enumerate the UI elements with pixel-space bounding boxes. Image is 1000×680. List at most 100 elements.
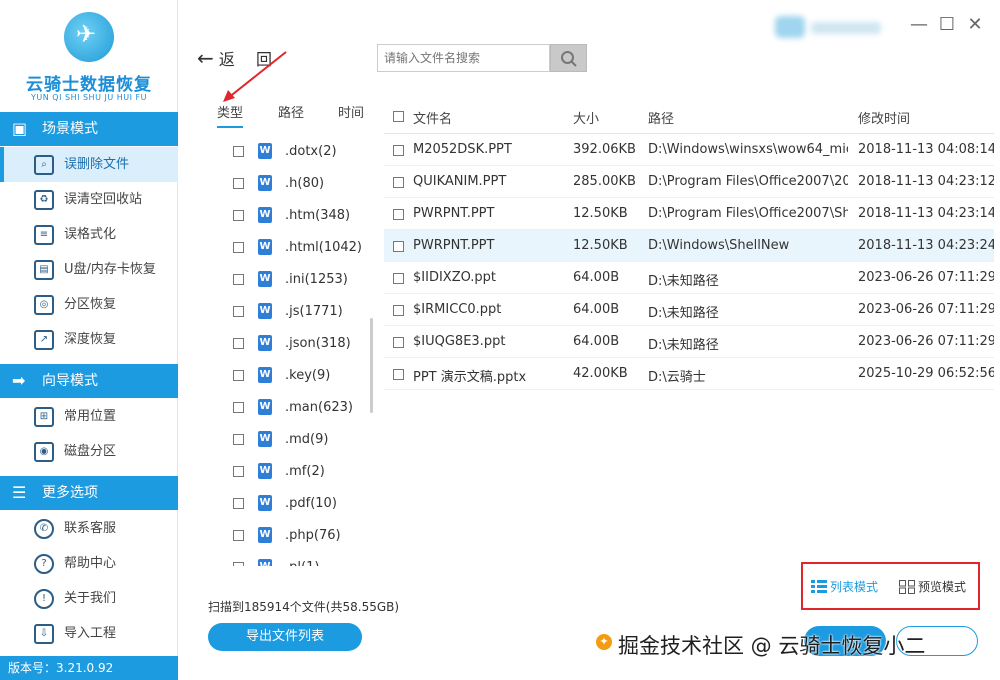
- cell-time: 2023-06-26 07:11:29: [858, 334, 994, 349]
- sidebar-item-common-locations[interactable]: ⊞ 常用位置: [0, 399, 178, 434]
- blurred-icon: [775, 16, 805, 38]
- column-header-time[interactable]: 修改时间: [858, 108, 910, 127]
- sidebar-item-contact[interactable]: ✆ 联系客服: [0, 511, 178, 546]
- list-mode-button[interactable]: 列表模式: [811, 578, 878, 595]
- type-list-item[interactable]: W .html(1042): [218, 232, 368, 264]
- table-row[interactable]: PWRPNT.PPT 12.50KB D:\Windows\ShellNew 2018…: [384, 230, 994, 262]
- type-list-item[interactable]: W .ini(1253): [218, 264, 368, 296]
- row-checkbox[interactable]: [393, 145, 404, 156]
- type-list-item[interactable]: W .pl(1): [218, 552, 368, 566]
- row-checkbox[interactable]: [393, 177, 404, 188]
- tab-type[interactable]: 类型: [217, 100, 244, 128]
- cell-path: D:\云骑士: [648, 370, 706, 385]
- file-type-icon: W: [258, 399, 272, 415]
- sidebar-item-label: 常用位置: [64, 409, 117, 424]
- close-icon[interactable]: ✕: [964, 14, 986, 36]
- row-checkbox[interactable]: [393, 369, 404, 380]
- type-list-item[interactable]: W .js(1771): [218, 296, 368, 328]
- type-checkbox[interactable]: [233, 530, 244, 541]
- type-checkbox[interactable]: [233, 178, 244, 189]
- help-icon: ?: [34, 554, 54, 574]
- logo: 云骑士数据恢复 YUN QI SHI SHU JU HUI FU: [0, 0, 178, 112]
- file-type-icon: W: [258, 303, 272, 319]
- preview-mode-button[interactable]: 预览模式: [899, 578, 966, 595]
- file-type-icon: W: [258, 431, 272, 447]
- sidebar-item-recycle-bin[interactable]: ♻ 误清空回收站: [0, 182, 178, 217]
- type-checkbox[interactable]: [233, 434, 244, 445]
- table-row[interactable]: PWRPNT.PPT 12.50KB D:\Program Files\Office…: [384, 198, 994, 230]
- sidebar-item-format[interactable]: ≡ 误格式化: [0, 217, 178, 252]
- table-row[interactable]: $IIDIXZO.ppt 64.00B D:\未知路径 2023-06-26 07:1…: [384, 262, 994, 294]
- row-checkbox[interactable]: [393, 337, 404, 348]
- sidebar-item-partition[interactable]: ◎ 分区恢复: [0, 287, 178, 322]
- type-list-item[interactable]: W .md(9): [218, 424, 368, 456]
- type-checkbox[interactable]: [233, 306, 244, 317]
- sidebar-item-help[interactable]: ? 帮助中心: [0, 546, 178, 581]
- menu-icon: ☰: [12, 483, 27, 502]
- column-header-size[interactable]: 大小: [573, 108, 599, 127]
- list-mode-label: 列表模式: [830, 580, 879, 594]
- sidebar-item-import[interactable]: ⇩ 导入工程: [0, 616, 178, 651]
- scan-summary: 扫描到185914个文件(共58.55GB): [208, 600, 400, 614]
- cell-size: 12.50KB: [573, 238, 628, 253]
- search-button[interactable]: [550, 44, 587, 72]
- type-label: .mf(2): [285, 464, 325, 479]
- export-list-button[interactable]: 导出文件列表: [208, 623, 362, 651]
- table-row[interactable]: PPT 演示文稿.pptx 42.00KB D:\云骑士 2025-10-29 06:…: [384, 358, 994, 390]
- column-header-path[interactable]: 路径: [648, 108, 674, 127]
- type-label: .man(623): [285, 400, 353, 415]
- type-list-item[interactable]: W .json(318): [218, 328, 368, 360]
- sidebar-item-label: 深度恢复: [64, 332, 117, 347]
- section-wizard-mode[interactable]: ➡ 向导模式: [0, 364, 178, 398]
- type-checkbox[interactable]: [233, 274, 244, 285]
- sidebar-item-label: 误删除文件: [64, 157, 130, 172]
- sidebar-item-label: 帮助中心: [64, 556, 117, 571]
- sidebar-item-deleted-files[interactable]: ⌕ 误删除文件: [0, 147, 178, 182]
- sidebar-item-about[interactable]: ! 关于我们: [0, 581, 178, 616]
- type-list-item[interactable]: W .mf(2): [218, 456, 368, 488]
- table-row[interactable]: M2052DSK.PPT 392.06KB D:\Windows\winsxs\wo…: [384, 134, 994, 166]
- type-checkbox[interactable]: [233, 402, 244, 413]
- type-checkbox[interactable]: [233, 370, 244, 381]
- section-scene-mode[interactable]: ▣ 场景模式: [0, 112, 178, 146]
- type-checkbox[interactable]: [233, 338, 244, 349]
- row-checkbox[interactable]: [393, 209, 404, 220]
- row-checkbox[interactable]: [393, 241, 404, 252]
- table-row[interactable]: QUIKANIM.PPT 285.00KB D:\Program Files\Off…: [384, 166, 994, 198]
- type-checkbox[interactable]: [233, 466, 244, 477]
- type-list-item[interactable]: W .pdf(10): [218, 488, 368, 520]
- minimize-icon[interactable]: —: [908, 14, 930, 36]
- type-checkbox[interactable]: [233, 562, 244, 566]
- sidebar-item-usb[interactable]: ▤ U盘/内存卡恢复: [0, 252, 178, 287]
- tab-path[interactable]: 路径: [278, 100, 304, 128]
- type-list-item[interactable]: W .dotx(2): [218, 136, 368, 168]
- search-input[interactable]: [377, 44, 550, 72]
- tab-time[interactable]: 时间: [338, 100, 364, 128]
- table-row[interactable]: $IUQG8E3.ppt 64.00B D:\未知路径 2023-06-26 07:1…: [384, 326, 994, 358]
- table-row[interactable]: $IRMICC0.ppt 64.00B D:\未知路径 2023-06-26 07:1…: [384, 294, 994, 326]
- type-checkbox[interactable]: [233, 210, 244, 221]
- type-label: .php(76): [285, 528, 341, 543]
- file-type-icon: W: [258, 367, 272, 383]
- type-list-item[interactable]: W .key(9): [218, 360, 368, 392]
- row-checkbox[interactable]: [393, 305, 404, 316]
- sidebar-item-disk-partition[interactable]: ◉ 磁盘分区: [0, 434, 178, 469]
- type-list-item[interactable]: W .php(76): [218, 520, 368, 552]
- type-checkbox[interactable]: [233, 242, 244, 253]
- row-checkbox[interactable]: [393, 273, 404, 284]
- sidebar-item-deep-recovery[interactable]: ↗ 深度恢复: [0, 322, 178, 357]
- select-all-checkbox[interactable]: [393, 111, 404, 122]
- deep-recovery-icon: ↗: [34, 330, 54, 350]
- cell-size: 392.06KB: [573, 142, 636, 157]
- section-more-options[interactable]: ☰ 更多选项: [0, 476, 178, 510]
- type-list-item[interactable]: W .h(80): [218, 168, 368, 200]
- type-list-scrollbar[interactable]: [370, 318, 373, 413]
- type-label: .js(1771): [285, 304, 343, 319]
- type-checkbox[interactable]: [233, 498, 244, 509]
- cell-path: D:\未知路径: [648, 274, 719, 289]
- type-list-item[interactable]: W .htm(348): [218, 200, 368, 232]
- column-header-name[interactable]: 文件名: [413, 108, 452, 127]
- type-checkbox[interactable]: [233, 146, 244, 157]
- type-list-item[interactable]: W .man(623): [218, 392, 368, 424]
- maximize-icon[interactable]: ☐: [936, 14, 958, 36]
